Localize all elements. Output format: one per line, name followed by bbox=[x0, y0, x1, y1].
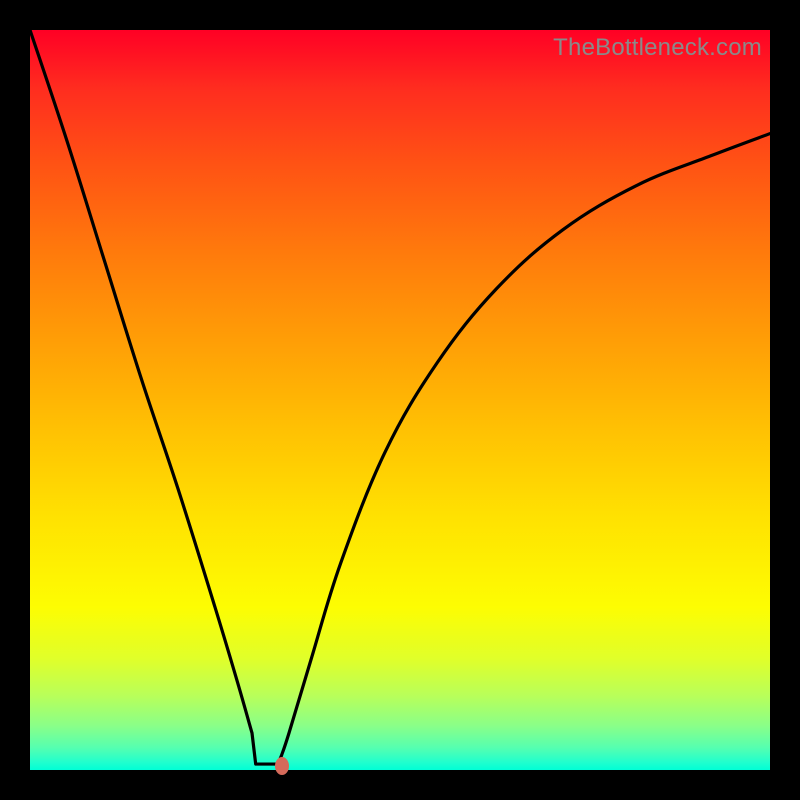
plot-area: TheBottleneck.com bbox=[30, 30, 770, 770]
chart-frame: TheBottleneck.com bbox=[0, 0, 800, 800]
optimal-point-marker bbox=[275, 757, 289, 775]
bottleneck-curve bbox=[30, 30, 770, 770]
